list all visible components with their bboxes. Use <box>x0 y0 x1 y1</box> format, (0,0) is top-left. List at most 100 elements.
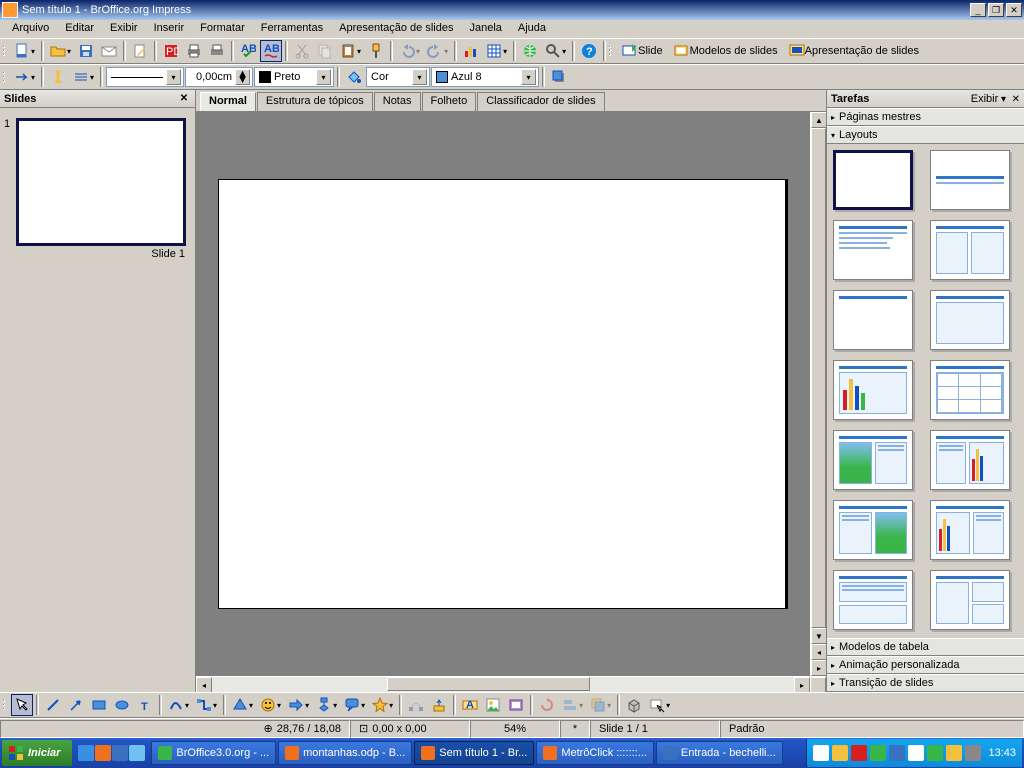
layout-title-text-chart[interactable] <box>930 430 1010 490</box>
menu-janela[interactable]: Janela <box>461 21 509 37</box>
minimize-button[interactable]: _ <box>970 3 986 17</box>
layout-title-content[interactable] <box>833 220 913 280</box>
vertical-scrollbar[interactable]: ▲▼ ◂ ▸ <box>810 112 826 676</box>
menu-formatar[interactable]: Formatar <box>192 21 253 37</box>
restore-button[interactable]: ❐ <box>988 3 1004 17</box>
points-tool[interactable] <box>405 694 427 716</box>
print-preview-button[interactable] <box>206 40 228 62</box>
fontwork-tool[interactable]: A <box>459 694 481 716</box>
slides-panel-close-icon[interactable]: ✕ <box>177 92 191 106</box>
format-paintbrush-button[interactable] <box>365 40 387 62</box>
arrow-line-tool[interactable] <box>65 694 87 716</box>
toolbar-grip[interactable] <box>3 695 8 715</box>
slide-thumbnail-1[interactable]: 1 Slide 1 <box>16 118 189 260</box>
callout-tool[interactable]: ▾ <box>341 694 368 716</box>
text-tool[interactable]: T <box>134 694 156 716</box>
layout-text-2objects[interactable] <box>930 570 1010 630</box>
interaction-tool[interactable]: ▾ <box>646 694 673 716</box>
tray-icon[interactable] <box>946 745 962 761</box>
close-button[interactable]: ✕ <box>1006 3 1022 17</box>
layout-2text-over[interactable] <box>833 570 913 630</box>
status-zoom[interactable]: 54% <box>470 720 560 738</box>
section-transicao[interactable]: ▸Transição de slides <box>827 674 1024 692</box>
from-file-tool[interactable] <box>482 694 504 716</box>
arrow-style-button[interactable]: ▾ <box>11 66 38 88</box>
curve-tool[interactable]: ▾ <box>165 694 192 716</box>
fill-type-combo[interactable]: Cor▾ <box>366 67 430 87</box>
slide-button[interactable]: Slide <box>617 40 667 62</box>
chart-button[interactable] <box>460 40 482 62</box>
paste-button[interactable]: ▾ <box>337 40 364 62</box>
export-pdf-button[interactable]: PDF <box>160 40 182 62</box>
taskbar-item-entrada[interactable]: Entrada - bechelli... <box>656 741 783 765</box>
stars-tool[interactable]: ▾ <box>369 694 396 716</box>
ql-firefox-icon[interactable] <box>95 745 111 761</box>
tray-icon[interactable] <box>813 745 829 761</box>
ql-desktop-icon[interactable] <box>129 745 145 761</box>
tab-notas[interactable]: Notas <box>374 92 421 111</box>
presentation-button[interactable]: Apresentação de slides <box>784 40 924 62</box>
basic-shapes-tool[interactable]: ▾ <box>229 694 256 716</box>
gallery-tool[interactable] <box>505 694 527 716</box>
layout-title-clip-text[interactable] <box>833 430 913 490</box>
prev-slide-button[interactable]: ◂ <box>811 644 827 660</box>
toolbar-grip[interactable] <box>3 67 8 87</box>
connector-tool[interactable]: ▾ <box>193 694 220 716</box>
tab-normal[interactable]: Normal <box>200 92 256 111</box>
spellcheck-button[interactable]: ABC <box>237 40 259 62</box>
email-button[interactable] <box>98 40 120 62</box>
line-color-combo[interactable]: Preto▾ <box>254 67 334 87</box>
start-button[interactable]: Iniciar <box>2 740 72 766</box>
menu-ajuda[interactable]: Ajuda <box>510 21 554 37</box>
redo-button[interactable]: ▾ <box>424 40 451 62</box>
layout-title-only[interactable] <box>833 290 913 350</box>
menu-exibir[interactable]: Exibir <box>102 21 146 37</box>
line-tool[interactable] <box>42 694 64 716</box>
taskbar-item-metroclick[interactable]: MetrôClick :::::::... <box>536 741 654 765</box>
section-paginas-mestres[interactable]: ▸Páginas mestres <box>827 108 1024 126</box>
align-tool[interactable]: ▾ <box>559 694 586 716</box>
ql-ie-icon[interactable] <box>78 745 94 761</box>
new-button[interactable]: ▾ <box>11 40 38 62</box>
tray-icon[interactable] <box>870 745 886 761</box>
table-button[interactable]: ▾ <box>483 40 510 62</box>
layout-title-chart-text[interactable] <box>930 500 1010 560</box>
line-endings-button[interactable] <box>47 66 69 88</box>
toolbar-grip[interactable] <box>609 41 614 61</box>
section-layouts[interactable]: ▾Layouts <box>827 126 1024 144</box>
open-button[interactable]: ▾ <box>47 40 74 62</box>
layout-title-text-clip[interactable] <box>833 500 913 560</box>
taskbar-clock[interactable]: 13:43 <box>984 747 1016 759</box>
rectangle-tool[interactable] <box>88 694 110 716</box>
symbol-shapes-tool[interactable]: ▾ <box>257 694 284 716</box>
taskbar-item-montanhas[interactable]: montanhas.odp - B... <box>278 741 412 765</box>
zoom-button[interactable]: ▾ <box>542 40 569 62</box>
tray-icon[interactable] <box>851 745 867 761</box>
layout-title-chart[interactable] <box>833 360 913 420</box>
menu-arquivo[interactable]: Arquivo <box>4 21 57 37</box>
fill-color-combo[interactable]: Azul 8▾ <box>431 67 539 87</box>
menu-ferramentas[interactable]: Ferramentas <box>253 21 331 37</box>
undo-button[interactable]: ▾ <box>396 40 423 62</box>
tab-classificador[interactable]: Classificador de slides <box>477 92 604 111</box>
layout-title-2content[interactable] <box>930 220 1010 280</box>
area-fill-button[interactable] <box>343 66 365 88</box>
select-tool[interactable] <box>11 694 33 716</box>
section-modelos-tabela[interactable]: ▸Modelos de tabela <box>827 638 1024 656</box>
gluepoints-tool[interactable] <box>428 694 450 716</box>
menu-editar[interactable]: Editar <box>57 21 102 37</box>
toolbar-grip[interactable] <box>3 41 8 61</box>
tray-icon[interactable] <box>889 745 905 761</box>
horizontal-scrollbar[interactable]: ◂ ▸ <box>196 676 826 692</box>
taskbar-item-semtitulo[interactable]: Sem título 1 - Br... <box>414 741 534 765</box>
tray-icon[interactable] <box>908 745 924 761</box>
taskbar-item-broffice[interactable]: BrOffice3.0.org - ... <box>151 741 276 765</box>
slide-canvas[interactable] <box>196 112 810 676</box>
tray-icon[interactable] <box>832 745 848 761</box>
ql-thunderbird-icon[interactable] <box>112 745 128 761</box>
menu-apresentacao[interactable]: Apresentação de slides <box>331 21 461 37</box>
menu-inserir[interactable]: Inserir <box>146 21 193 37</box>
next-slide-button[interactable]: ▸ <box>811 660 827 676</box>
layout-title[interactable] <box>930 150 1010 210</box>
slide-models-button[interactable]: Modelos de slides <box>669 40 783 62</box>
